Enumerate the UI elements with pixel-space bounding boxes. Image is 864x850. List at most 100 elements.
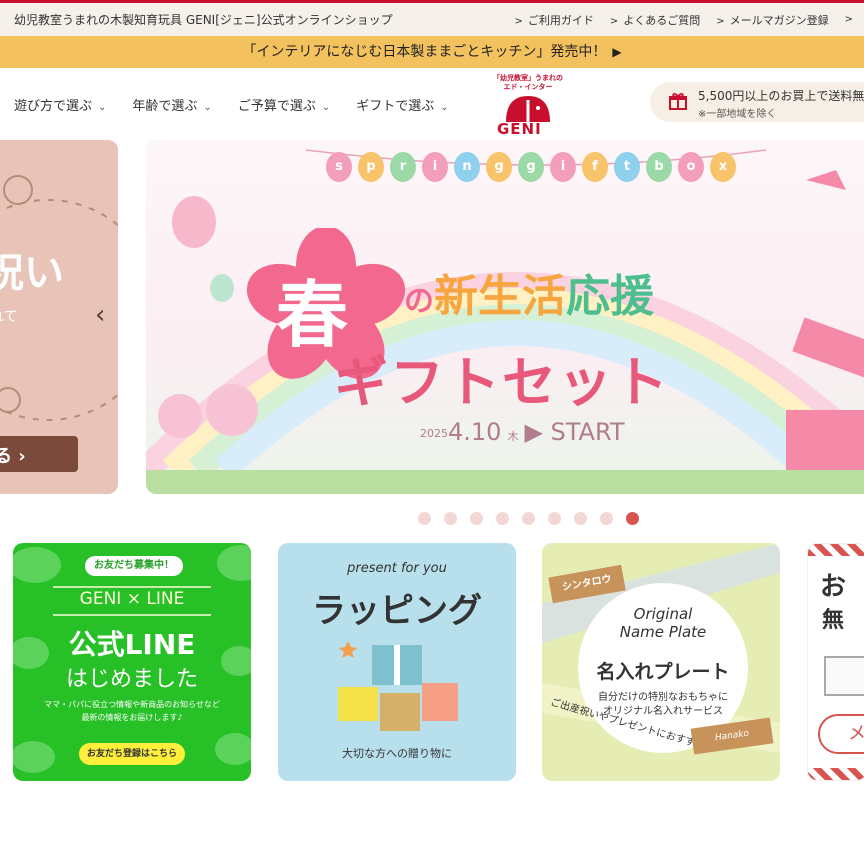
faq-link[interactable]: > よくあるご質問 [610,12,700,28]
stripe-bottom [808,768,864,780]
nav-play-style[interactable]: 遊び方で選ぶ ⌄ [14,95,106,114]
carousel-prev-arrow[interactable]: ‹ [95,300,105,330]
nav-label: ご予算で選ぶ [237,99,316,114]
flag-letter: g [518,152,544,182]
chevron-down-icon: ⌄ [98,102,107,113]
carousel-dot-4[interactable] [496,512,509,525]
free-shipping-notice: 5,500円以上のお買上で送料無料 ※一部地域を除く [650,82,864,122]
chevron-down-icon: ⌄ [203,102,212,113]
play-icon: ▶ [612,45,622,59]
top-links: > ご利用ガイド > よくあるご質問 > メールマガジン登録 > [514,12,858,28]
carousel-dot-1[interactable] [418,512,431,525]
announcement-bar[interactable]: 「インテリアになじむ日本製ままごとキッチン」発売中！ ▶ [0,36,864,68]
prev-slide-button[interactable]: る › [0,436,78,472]
chevron-right-icon: > [609,16,619,27]
guide-link-label: ご利用ガイド [527,14,594,27]
chevron-right-icon: > [514,16,523,27]
carousel-dots [418,512,639,525]
hero-title-line1: の新生活応援 [404,260,654,324]
carousel-dot-2[interactable] [444,512,457,525]
carousel-dot-7[interactable] [574,512,587,525]
mail-signup-button[interactable]: メ [818,714,864,754]
guide-link[interactable]: > ご利用ガイド [514,12,593,28]
elephant-logo-icon [506,96,550,122]
hero-start-date: 20254.10 木 ▶ START [420,418,625,446]
year-bottom: 25 [434,426,448,440]
flag-letter: t [614,152,640,182]
line-register-button[interactable]: お友だち登録はこちら [79,743,185,765]
newsletter-link-label: メールマガジン登録 [729,14,829,27]
name-plate-script-1: Original [633,605,693,623]
date-day: 木 [507,430,519,443]
chevron-right-icon: > [844,14,853,25]
carousel-dot-6[interactable] [548,512,561,525]
name-plate-card[interactable]: シンタロウ Original Name Plate 名入れプレート 自分だけの特別… [542,543,780,781]
start-label: ▶ START [524,418,625,446]
hero-title-line2: ギフトセット [334,351,670,414]
line-official-card[interactable]: お友だち募集中！ GENI × LINE 公式LINE はじめました ママ・パパ… [13,543,251,781]
name-plate-title: 名入れプレート [596,661,730,683]
site-title: 幼児教室うまれの木製知育玩具 GENI[ジェニ]公式オンラインショップ [14,13,393,27]
hero-carousel: 祝い れて る › ‹ s p r i n g g i [0,140,864,496]
prev-slide-heading: 祝い [0,250,64,296]
free-card-subheading: 無 [822,608,845,633]
carousel-dot-8[interactable] [600,512,613,525]
hero-title-shinseikatsu: 新生活 [434,271,566,322]
year-top: 20 [420,426,434,440]
flag-letter: o [678,152,704,182]
carousel-dot-5[interactable] [522,512,535,525]
mail-magazine-card[interactable]: お 無 メ [807,543,864,781]
top-strip: 幼児教室うまれの木製知育玩具 GENI[ジェニ]公式オンラインショップ > ご利用… [0,0,864,36]
flag-letter: b [646,152,672,182]
line-geni-x-line: GENI × LINE [79,589,185,609]
wrapping-script: present for you [347,561,447,576]
wrapping-card[interactable]: present for you ラッピング 大切な方への贈り物に [278,543,516,781]
flag-letter: n [454,152,480,182]
carousel-dot-3[interactable] [470,512,483,525]
carousel-dot-9[interactable] [626,512,639,525]
announcement-text: 「インテリアになじむ日本製ままごとキッチン」発売中！ [242,44,607,60]
line-title: 公式LINE [68,628,196,661]
wrapping-subtitle: 大切な方への贈り物に [342,747,452,760]
free-card-heading: お [820,572,847,602]
hero-slide-spring-gift[interactable]: s p r i n g g i f t b o x 春 の新生活応援 ギフトセッ… [146,140,864,494]
main-nav: 遊び方で選ぶ ⌄ 年齢で選ぶ ⌄ ご予算で選ぶ ⌄ ギフトで選ぶ ⌄ [14,95,449,114]
line-description: ママ・パパに役立つ情報や新商品のお知らせなど 最新の情報をお届けします♪ [13,698,251,724]
chevron-down-icon: ⌄ [440,102,449,113]
prev-slide-text: れて [0,309,18,325]
flag-letter: x [710,152,736,182]
logo-word: GENI [497,120,542,138]
chevron-down-icon: ⌄ [321,102,331,113]
hero-ground [146,470,864,494]
flag-letter: i [422,152,448,182]
logo-tagline-2: エド・インター [503,83,553,91]
extra-link[interactable]: > [845,12,858,28]
hero-title-particle: の [404,284,434,319]
nav-age[interactable]: 年齢で選ぶ ⌄ [132,95,211,114]
header: 遊び方で選ぶ ⌄ 年齢で選ぶ ⌄ ご予算で選ぶ ⌄ ギフトで選ぶ ⌄ 「幼児教室」うまれ… [0,68,864,140]
gift-boxes-icon [338,641,458,731]
nav-budget[interactable]: ご予算で選ぶ ⌄ [238,95,330,114]
newsletter-link[interactable]: > メールマガジン登録 [716,12,828,28]
hero-title-ouen: 応援 [566,271,654,322]
date-value: 4.10 [448,418,502,446]
flag-letter: i [550,152,576,182]
stripe-top [808,544,864,556]
flag-letter: g [486,152,512,182]
flag-letter: r [390,152,416,182]
flag-letter: p [358,152,384,182]
nav-label: 年齢で選ぶ [132,99,198,114]
shipping-line2: ※一部地域を除く [698,109,777,120]
spring-giftbox-flags: s p r i n g g i f t b o x [326,152,736,182]
name-plate-tag-text: シンタロウ [561,573,613,594]
prev-slide-button-label: る › [0,446,26,467]
nav-gift[interactable]: ギフトで選ぶ ⌄ [356,95,448,114]
geni-logo[interactable]: 「幼児教室」うまれの エド・インター GENI [492,74,564,138]
envelope-icon [824,656,864,696]
logo-tagline: 「幼児教室」うまれの エド・インター [492,74,564,92]
wrapping-title: ラッピング [312,591,482,631]
nav-label: 遊び方で選ぶ [14,99,93,114]
gift-icon [669,92,687,110]
line-desc-1: ママ・パパに役立つ情報や新商品のお知らせなど [44,700,220,709]
logo-tagline-1: 「幼児教室」うまれの [493,74,563,82]
